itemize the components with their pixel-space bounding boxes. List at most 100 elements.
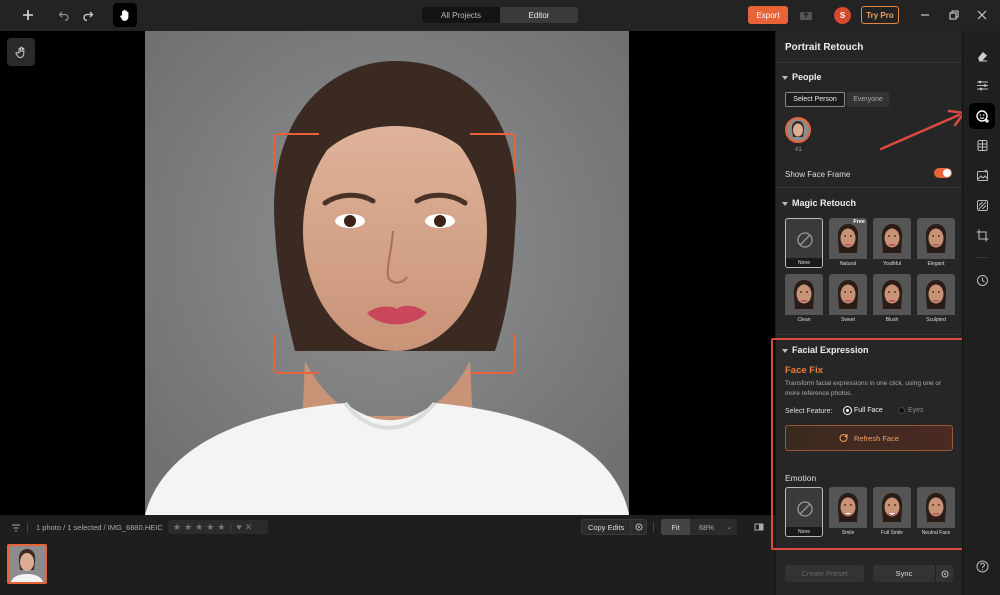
filter-icon[interactable]: [10, 522, 22, 534]
help-icon[interactable]: [974, 558, 990, 574]
create-preset-button[interactable]: Create Preset: [785, 565, 864, 582]
preset-face-thumbnail: [879, 279, 905, 311]
retouch-preset-natural[interactable]: Natural Free: [829, 218, 867, 268]
top-bar: All Projects Editor Export S Try Pro: [0, 0, 1000, 31]
face-frame-corner-br: [470, 334, 516, 374]
portrait-illustration: [145, 31, 629, 515]
view-switcher: All Projects Editor: [422, 7, 578, 23]
retouch-preset-sculpted[interactable]: Sculpted: [917, 274, 955, 324]
star-icon[interactable]: ★: [217, 522, 225, 533]
preset-face-thumbnail: [879, 223, 905, 255]
collapse-triangle-icon: [782, 75, 788, 80]
preset-label: Clean: [785, 315, 823, 324]
reject-icon[interactable]: ✕: [245, 522, 253, 533]
retouch-preset-none[interactable]: None: [785, 218, 823, 268]
facial-expression-highlight: [771, 338, 968, 550]
add-icon[interactable]: [20, 7, 36, 23]
image-enhance-icon[interactable]: [974, 167, 990, 183]
star-icon[interactable]: ★: [184, 522, 192, 533]
close-icon[interactable]: [975, 8, 989, 22]
redo-icon[interactable]: [80, 7, 96, 23]
adjustments-icon[interactable]: [974, 77, 990, 93]
divider: [653, 522, 654, 532]
preset-label: Youthful: [873, 259, 911, 268]
divider: [776, 334, 962, 335]
retouch-preset-elegant[interactable]: Elegant: [917, 218, 955, 268]
tab-editor[interactable]: Editor: [500, 7, 578, 23]
person-tag: #1: [795, 147, 802, 153]
gesture-icon[interactable]: [7, 38, 35, 66]
minimize-icon[interactable]: [918, 8, 932, 22]
eraser-icon[interactable]: [974, 47, 990, 63]
compare-icon[interactable]: [753, 521, 765, 533]
undo-icon[interactable]: [56, 7, 72, 23]
thumbnail[interactable]: [7, 544, 47, 584]
star-icon[interactable]: ★: [173, 522, 181, 533]
magic-retouch-section-header[interactable]: Magic Retouch: [782, 198, 856, 208]
export-button[interactable]: Export: [748, 6, 788, 24]
copy-settings-icon[interactable]: [630, 520, 646, 534]
show-face-frame-label: Show Face Frame: [785, 170, 851, 179]
star-icon[interactable]: ★: [206, 522, 214, 533]
retouch-preset-blush[interactable]: Blush: [873, 274, 911, 324]
chevron-down-icon[interactable]: ⌄: [726, 523, 737, 531]
person-avatar[interactable]: [785, 117, 811, 143]
heart-icon[interactable]: ♥: [236, 522, 241, 532]
preset-label: Sweet: [829, 315, 867, 324]
user-avatar[interactable]: S: [834, 7, 851, 24]
panel-title: Portrait Retouch: [785, 42, 864, 53]
sync-settings-icon[interactable]: [935, 565, 953, 582]
sync-button[interactable]: Sync: [873, 569, 935, 578]
zoom-group: Fit 68% ⌄: [661, 519, 737, 535]
cloud-upload-icon[interactable]: [798, 7, 814, 23]
people-section-header[interactable]: People: [782, 72, 822, 82]
crop-icon[interactable]: [974, 227, 990, 243]
preset-label: Natural: [829, 259, 867, 268]
portrait-retouch-icon[interactable]: [969, 103, 995, 129]
retouch-preset-clean[interactable]: Clean: [785, 274, 823, 324]
people-heading: People: [792, 72, 822, 82]
copy-edits-button[interactable]: Copy Edits: [582, 523, 630, 532]
portrait-photo[interactable]: [145, 31, 629, 515]
status-text: 1 photo / 1 selected / IMG_6880.HEIC: [36, 523, 163, 532]
preset-face-thumbnail: [835, 223, 861, 255]
hand-tool-icon[interactable]: [113, 3, 137, 27]
none-icon: [796, 231, 814, 252]
face-frame-corner-bl: [273, 334, 319, 374]
preset-label: Sculpted: [917, 315, 955, 324]
show-face-frame-toggle[interactable]: [934, 168, 952, 178]
annotation-arrow: [879, 109, 966, 151]
select-person-button[interactable]: Select Person: [785, 92, 845, 107]
divider: [27, 523, 28, 533]
magic-retouch-heading: Magic Retouch: [792, 198, 857, 208]
retouch-preset-sweet[interactable]: Sweet: [829, 274, 867, 324]
restore-icon[interactable]: [947, 8, 961, 22]
filmstrip-bar: 1 photo / 1 selected / IMG_6880.HEIC ★ ★…: [0, 515, 775, 595]
face-frame-corner-tr: [470, 133, 516, 173]
star-icon[interactable]: ★: [195, 522, 203, 533]
divider: [776, 62, 962, 63]
sync-group: Sync: [873, 565, 953, 582]
retouch-preset-youthful[interactable]: Youthful: [873, 218, 911, 268]
copy-edits-group: Copy Edits: [581, 519, 647, 535]
preset-label: Blush: [873, 315, 911, 324]
zoom-value[interactable]: 68%: [690, 523, 726, 532]
try-pro-button[interactable]: Try Pro: [861, 6, 899, 24]
toggle-knob: [943, 169, 951, 177]
preset-face-thumbnail: [923, 223, 949, 255]
preset-label: Elegant: [917, 259, 955, 268]
fit-button[interactable]: Fit: [661, 519, 690, 535]
preset-face-thumbnail: [923, 279, 949, 311]
divider: [230, 522, 232, 532]
preset-face-thumbnail: [791, 279, 817, 311]
tab-all-projects[interactable]: All Projects: [422, 7, 500, 23]
mask-icon[interactable]: [974, 197, 990, 213]
body-shape-icon[interactable]: [974, 137, 990, 153]
face-frame-corner-tl: [273, 133, 319, 173]
history-icon[interactable]: [974, 272, 990, 288]
divider: [776, 187, 962, 188]
rating-bar: ★ ★ ★ ★ ★ ♥ ✕: [168, 520, 268, 534]
divider: [976, 257, 988, 258]
preset-face-thumbnail: [835, 279, 861, 311]
free-badge: Free: [853, 219, 865, 225]
